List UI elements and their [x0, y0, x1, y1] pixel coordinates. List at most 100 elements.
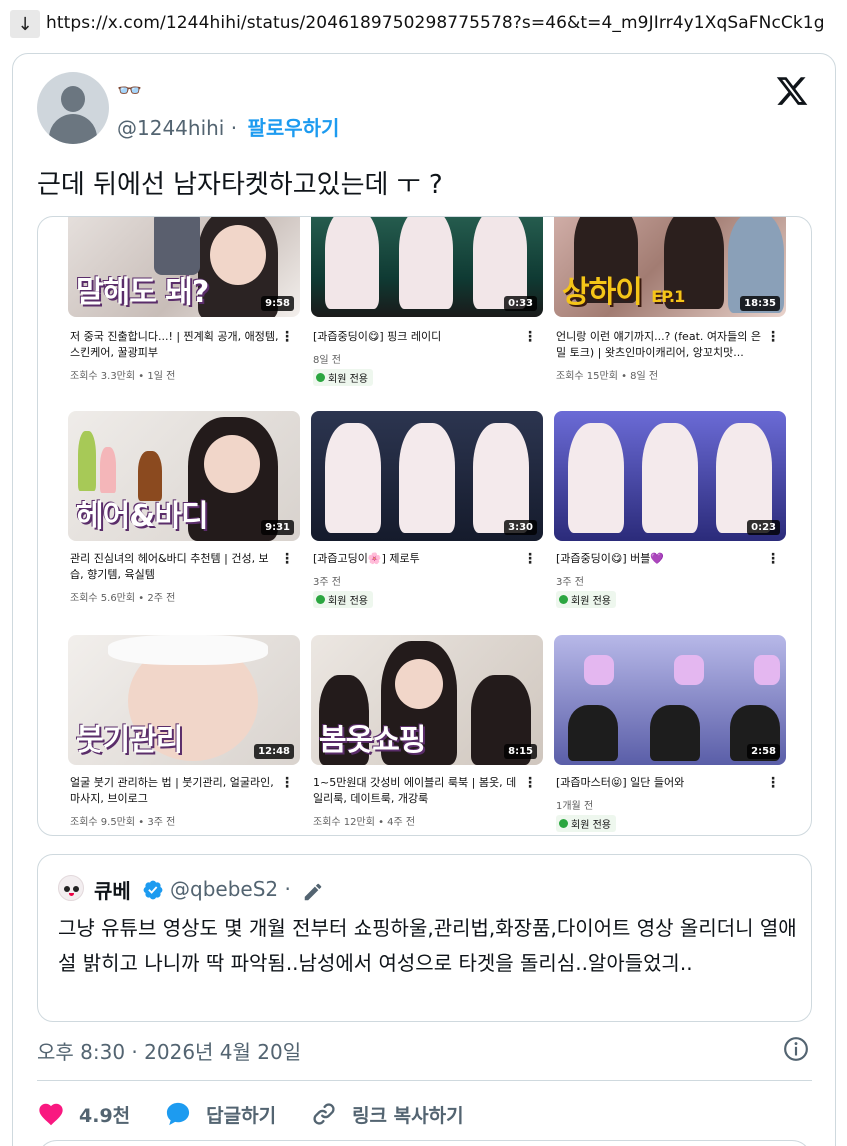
video-thumbnail[interactable]: 봄옷쇼핑 8:15: [311, 635, 543, 765]
like-button[interactable]: 4.9천: [37, 1100, 130, 1128]
more-dots-icon[interactable]: ⋮: [523, 775, 537, 791]
info-icon[interactable]: [783, 1036, 809, 1062]
divider: [37, 1080, 812, 1081]
video-duration: 8:15: [504, 744, 537, 759]
more-dots-icon[interactable]: ⋮: [280, 329, 294, 345]
quote-handle-row: @qbebeS2 ·: [170, 877, 291, 901]
quote-text: 그냥 유튜브 영상도 몇 개월 전부터 쇼핑하울,관리법,화장품,다이어트 영상…: [58, 916, 797, 975]
heart-icon: [39, 1103, 63, 1126]
more-dots-icon[interactable]: ⋮: [280, 775, 294, 791]
more-dots-icon[interactable]: ⋮: [766, 775, 780, 791]
video-card[interactable]: 봄옷쇼핑 8:15 1~5만원대 갓성비 에이블리 룩북 | 봄옷, 데일리룩,…: [311, 635, 543, 835]
member-label: 회원 전용: [571, 596, 611, 607]
video-duration: 2:58: [747, 744, 780, 759]
separator: ·: [284, 877, 291, 901]
quote-avatar[interactable]: [58, 875, 84, 901]
video-title[interactable]: [과즙고딩이🌸] 제로투: [313, 551, 523, 567]
read-replies-button[interactable]: [37, 1140, 812, 1146]
pencil-icon: [304, 883, 322, 901]
video-card[interactable]: 말해도 돼? 9:58 저 중국 진출합니다...! | 찐계획 공개, 애정템…: [68, 217, 300, 411]
thumb-title: 헤어&바디: [76, 499, 209, 534]
more-dots-icon[interactable]: ⋮: [766, 329, 780, 345]
reply-icon: [167, 1102, 190, 1126]
video-duration: 0:33: [504, 296, 537, 311]
video-title[interactable]: 얼굴 붓기 관리하는 법 | 붓기관리, 얼굴라인, 마사지, 브이로그: [70, 775, 280, 807]
thumb-title: 상하이 EP.1: [562, 267, 685, 311]
display-name[interactable]: 👓: [117, 78, 142, 102]
action-bar: 4.9천 답글하기 링크 복사하기: [37, 1094, 498, 1134]
video-card[interactable]: 2:58 [과즙마스터😝] 일단 들어와 ⋮ 1개월 전 회원 전용: [554, 635, 786, 835]
video-meta: 3주 전: [313, 577, 341, 588]
video-meta: 조회수 9.5만회 • 3주 전: [70, 817, 176, 828]
video-title[interactable]: 관리 진심녀의 헤어&바디 추천템 | 건성, 보습, 향기템, 육실템: [70, 551, 280, 583]
download-icon[interactable]: ↓: [10, 10, 40, 38]
video-title[interactable]: [과즙중딩이😋] 핑크 레이디: [313, 329, 523, 345]
video-duration: 12:48: [254, 744, 294, 759]
like-count: 4.9천: [79, 1104, 131, 1127]
member-badge: 회원 전용: [313, 591, 373, 608]
tweet-card: 👓 @1244hihi · 팔로우하기 근데 뒤에선 남자타켓하고있는데 ㅜ ?…: [12, 53, 836, 1146]
video-card[interactable]: 0:33 [과즙중딩이😋] 핑크 레이디 ⋮ 8일 전 회원 전용: [311, 217, 543, 411]
media-image[interactable]: 말해도 돼? 9:58 저 중국 진출합니다...! | 찐계획 공개, 애정템…: [37, 216, 812, 836]
video-meta: 1개월 전: [556, 801, 594, 812]
member-label: 회원 전용: [328, 596, 368, 607]
video-duration: 0:23: [747, 520, 780, 535]
video-thumbnail[interactable]: 헤어&바디 9:31: [68, 411, 300, 541]
quoted-tweet[interactable]: 큐베 @qbebeS2 · 그냥 유튜브 영상도 몇 개월 전부터 쇼핑하울,관…: [37, 854, 812, 1022]
video-thumbnail[interactable]: 2:58: [554, 635, 786, 765]
member-badge: 회원 전용: [556, 815, 616, 832]
follow-button[interactable]: 팔로우하기: [247, 116, 339, 140]
video-title[interactable]: 저 중국 진출합니다...! | 찐계획 공개, 애정템, 스킨케어, 꿀광피부: [70, 329, 280, 361]
separator: ·: [230, 116, 238, 140]
video-thumbnail[interactable]: 0:23: [554, 411, 786, 541]
video-duration: 18:35: [740, 296, 780, 311]
member-label: 회원 전용: [328, 374, 368, 385]
thumb-title: 붓기관리: [76, 723, 183, 758]
video-thumbnail[interactable]: 0:33: [311, 217, 543, 317]
video-card[interactable]: 붓기관리 12:48 얼굴 붓기 관리하는 법 | 붓기관리, 얼굴라인, 마사…: [68, 635, 300, 835]
thumb-title: 봄옷쇼핑: [319, 723, 426, 758]
quote-handle[interactable]: @qbebeS2: [170, 877, 278, 901]
video-thumbnail[interactable]: 붓기관리 12:48: [68, 635, 300, 765]
video-meta: 조회수 5.6만회 • 2주 전: [70, 593, 176, 604]
video-title[interactable]: 언니랑 이런 얘기까지...? (feat. 여자들의 은밀 토크) | 왓츠인…: [556, 329, 766, 361]
member-badge: 회원 전용: [556, 591, 616, 608]
video-meta: 조회수 12만회 • 4주 전: [313, 817, 416, 828]
url-text[interactable]: https://x.com/1244hihi/status/2046189750…: [46, 13, 825, 33]
copy-link-button[interactable]: 링크 복사하기: [310, 1100, 464, 1128]
timestamp[interactable]: 오후 8:30 · 2026년 4월 20일: [37, 1036, 301, 1065]
more-dots-icon[interactable]: ⋮: [523, 329, 537, 345]
video-meta: 조회수 3.3만회 • 1일 전: [70, 371, 176, 382]
video-duration: 3:30: [504, 520, 537, 535]
video-title[interactable]: [과즙마스터😝] 일단 들어와: [556, 775, 766, 791]
video-card[interactable]: 3:30 [과즙고딩이🌸] 제로투 ⋮ 3주 전 회원 전용: [311, 411, 543, 635]
url-bar: ↓ https://x.com/1244hihi/status/20461897…: [0, 0, 847, 50]
avatar[interactable]: [37, 72, 109, 144]
handle-row: @1244hihi · 팔로우하기: [117, 112, 339, 141]
member-label: 회원 전용: [571, 820, 611, 831]
verified-icon: [143, 880, 163, 900]
video-title[interactable]: [과즙중딩이😋] 버블💜: [556, 551, 766, 567]
reply-label: 답글하기: [206, 1104, 277, 1127]
video-thumbnail[interactable]: 3:30: [311, 411, 543, 541]
thumb-title: 말해도 돼?: [76, 275, 209, 310]
video-card[interactable]: 상하이 EP.1 18:35 언니랑 이런 얘기까지...? (feat. 여자…: [554, 217, 786, 411]
quote-display-name[interactable]: 큐베: [94, 875, 131, 904]
reply-button[interactable]: 답글하기: [164, 1100, 276, 1128]
copy-link-label: 링크 복사하기: [352, 1104, 464, 1127]
video-duration: 9:31: [261, 520, 294, 535]
more-dots-icon[interactable]: ⋮: [766, 551, 780, 567]
video-thumbnail[interactable]: 상하이 EP.1 18:35: [554, 217, 786, 317]
video-card[interactable]: 헤어&바디 9:31 관리 진심녀의 헤어&바디 추천템 | 건성, 보습, 향…: [68, 411, 300, 635]
x-logo-icon[interactable]: [775, 74, 809, 108]
handle[interactable]: @1244hihi: [117, 116, 224, 140]
video-meta: 8일 전: [313, 355, 341, 366]
more-dots-icon[interactable]: ⋮: [523, 551, 537, 567]
video-title[interactable]: 1~5만원대 갓성비 에이블리 룩북 | 봄옷, 데일리룩, 데이트룩, 개강룩: [313, 775, 523, 807]
thumb-title-sub: EP.1: [651, 287, 685, 306]
tweet-text: 근데 뒤에선 남자타켓하고있는데 ㅜ ?: [37, 170, 443, 200]
video-card[interactable]: 0:23 [과즙중딩이😋] 버블💜 ⋮ 3주 전 회원 전용: [554, 411, 786, 635]
video-duration: 9:58: [261, 296, 294, 311]
more-dots-icon[interactable]: ⋮: [280, 551, 294, 567]
video-thumbnail[interactable]: 말해도 돼? 9:58: [68, 217, 300, 317]
